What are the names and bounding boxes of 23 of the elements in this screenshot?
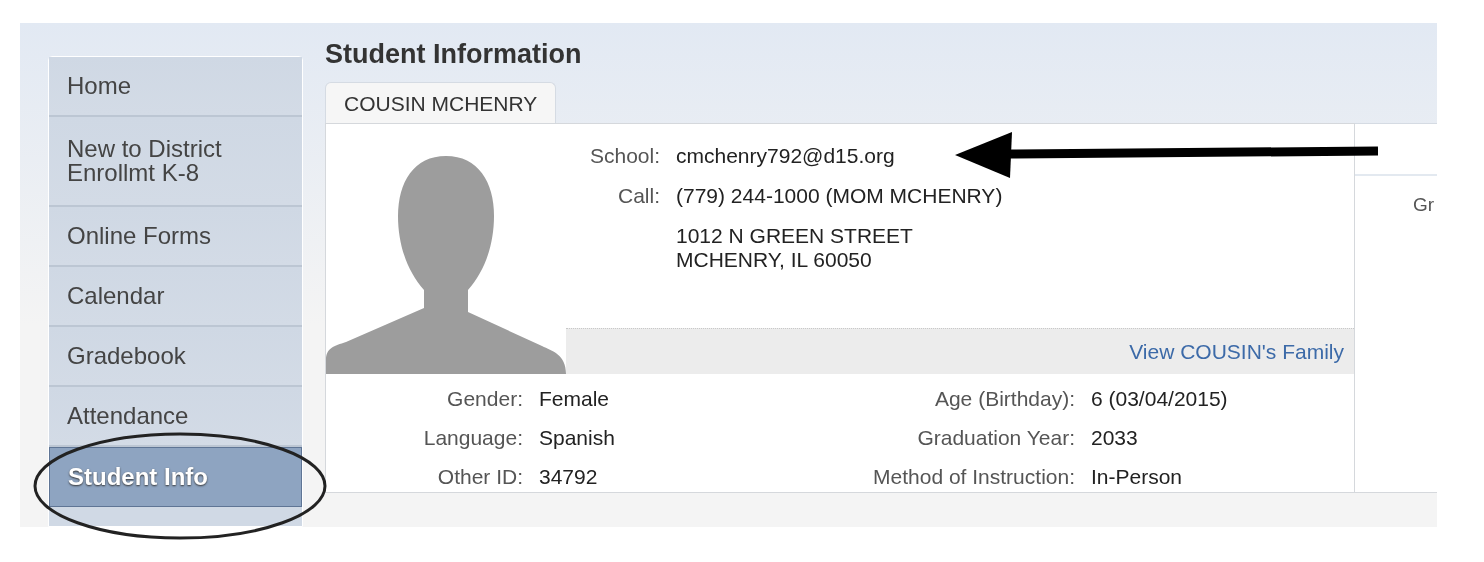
field-label: Other ID: [436, 465, 523, 489]
sidebar-item[interactable]: Home [49, 57, 302, 117]
field-value: Spanish [539, 426, 616, 450]
field-label: Gender: [446, 387, 523, 411]
field-value: 2033 [1091, 426, 1139, 450]
field-label: Language: [422, 426, 523, 450]
family-link[interactable]: View COUSIN's Family [1129, 339, 1344, 364]
page-title: Student Information [325, 39, 583, 70]
field-label: Call: [617, 184, 660, 208]
field-value: 34792 [539, 465, 599, 489]
field-value: (779) 244-1000 (MOM MCHENRY) [676, 184, 1004, 208]
field-value: Female [539, 387, 611, 411]
field-value: 6 (03/04/2015) [1091, 387, 1229, 411]
field-value: In-Person [1091, 465, 1184, 489]
field-label: Method of Instruction: [872, 465, 1075, 489]
field-label: Age (Birthday): [933, 387, 1075, 411]
field-label: Graduation Year: [916, 426, 1075, 450]
column-header: Gr [1413, 194, 1436, 216]
field-label: School: [588, 144, 660, 168]
avatar-silhouette-icon [326, 154, 566, 374]
tab[interactable]: COUSIN MCHENRY [325, 82, 557, 123]
field-value: cmchenry792@d15.org [676, 144, 896, 168]
address-text: 1012 N GREEN STREET MCHENRY, IL 60050 [676, 224, 914, 272]
